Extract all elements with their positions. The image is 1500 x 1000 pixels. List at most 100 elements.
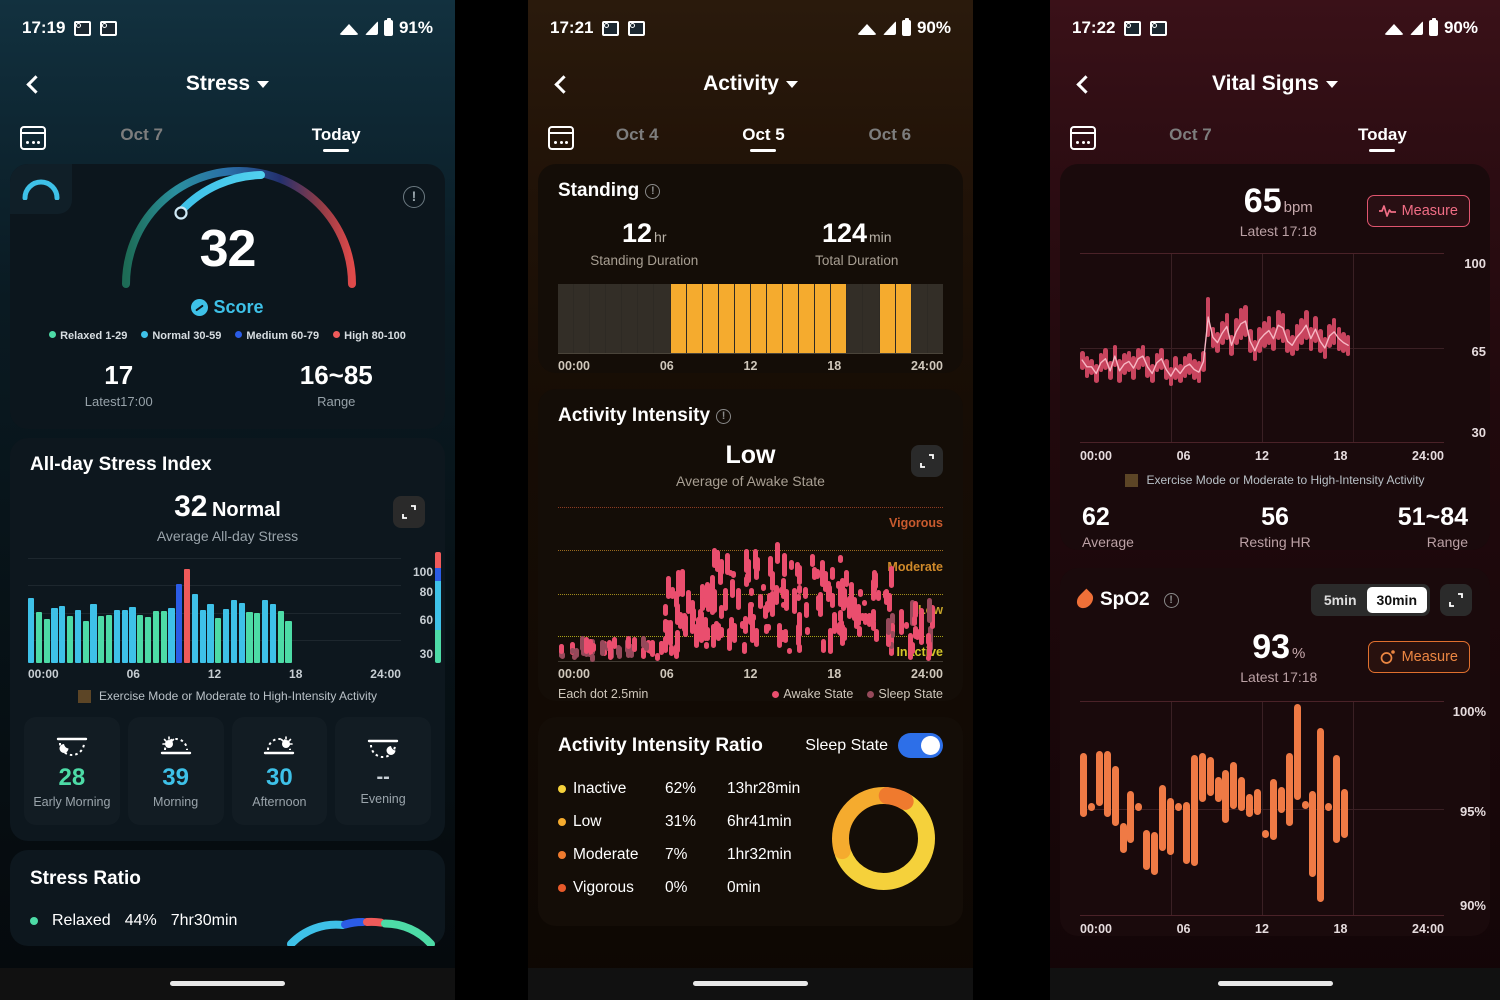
home-indicator[interactable] [693,981,808,986]
tod-card-morning[interactable]: 39 Morning [127,717,224,825]
activity-intensity-card: Activity Intensity! Low Average of Awake… [538,389,963,701]
vital-signs-screen: 17:22 90% Vital Signs Oct 7 Today 65 bpm… [1050,0,1500,1000]
spo2-bar [1285,753,1293,826]
date-tab-today[interactable]: Today [312,125,361,152]
early-morning-icon [56,737,88,756]
legend-medium: Medium 60-79 [235,330,319,342]
signal-icon [364,21,378,35]
spo2-bar [1111,765,1119,826]
blood-drop-icon [1073,588,1097,612]
intensity-dot [827,585,833,600]
hr-ytick-65: 65 [1471,344,1486,360]
date-tab-oct7[interactable]: Oct 7 [120,125,163,152]
stress-band-legend: Relaxed 1-29 Normal 30-59 Medium 60-79 H… [10,330,445,342]
expand-button-stress[interactable] [393,496,425,528]
spo2-bar [1333,755,1341,843]
standing-title: Standing! [538,164,963,202]
spo2-title: SpO2 [1100,589,1150,610]
stress-bar [66,616,74,663]
time-of-day-cards: 28 Early Morning 39 Morning 30 Afternoon… [10,703,445,841]
home-indicator[interactable] [1217,981,1333,986]
intensity-dot [606,640,612,650]
tod-label-evening: Evening [360,792,406,806]
date-tab-oct5[interactable]: Oct 5 [742,125,785,152]
sleep-state-toggle[interactable] [898,733,943,758]
tod-value-afternoon: 30 [266,763,293,791]
stress-bar [152,610,160,663]
dot-note: Each dot 2.5min [558,687,649,701]
date-tab-today[interactable]: Today [1358,125,1407,152]
expand-button-spo2[interactable] [1440,584,1472,616]
tod-label-morning: Morning [153,794,199,809]
stress-bar [28,598,35,663]
tod-card-early-morning[interactable]: 28 Early Morning [24,717,120,825]
standing-hour-cell [799,284,815,353]
back-button[interactable] [18,67,52,101]
info-icon-standing[interactable]: ! [645,184,661,199]
intensity-dot [796,564,802,585]
date-tab-oct4[interactable]: Oct 4 [616,125,659,152]
intensity-dot [871,569,877,593]
date-tab-oct7[interactable]: Oct 7 [1169,125,1212,152]
intensity-dot [664,619,670,640]
nav-bar: Stress [0,56,455,112]
back-button[interactable] [1068,67,1102,101]
ratio-title: Activity Intensity Ratio [558,734,763,756]
spo2-bar [1325,803,1333,811]
calendar-icon[interactable] [20,126,46,150]
intensity-dot [631,642,637,653]
intensity-dot [650,640,656,658]
chevron-down-icon[interactable] [785,80,798,88]
home-indicator-bar [0,968,455,1000]
expand-button-intensity[interactable] [911,445,943,477]
spo2-interval-5min[interactable]: 5min [1314,587,1367,613]
info-icon-intensity[interactable]: ! [716,409,732,424]
status-time: 17:22 [1072,18,1116,37]
standing-hour-cell [622,284,638,353]
stress-gauge-card: ! 32 Score Relaxed 1-29 Normal 30-59 Med… [10,164,445,429]
tod-card-evening[interactable]: -- Evening [335,717,431,825]
outlook-mail-icon [602,20,620,36]
battery-percent: 91% [398,18,433,37]
panel-gap-2 [973,0,1050,1000]
intensity-dot [927,597,933,623]
intensity-dot [775,541,781,564]
spo2-bar [1159,785,1167,852]
ratio-row-low: Low 31% 6hr41min [558,805,823,838]
all-day-stress-card: All-day Stress Index 32 Normal Average A… [10,438,445,841]
chevron-down-icon[interactable] [257,80,270,88]
intensity-dot [803,586,809,599]
standing-hour-cell [606,284,622,353]
home-indicator[interactable] [170,981,285,986]
spo2-interval-30min[interactable]: 30min [1366,587,1427,613]
intensity-dot [729,579,735,599]
calendar-icon[interactable] [548,126,574,150]
chevron-down-icon[interactable] [1325,80,1338,88]
measure-spo2-button[interactable]: Measure [1367,640,1470,673]
spo2-bar [1190,755,1198,867]
intensity-dot [591,643,597,653]
intensity-footer: Each dot 2.5min Awake State Sleep State [558,687,943,701]
spo2-bar [1174,803,1182,811]
stress-bar [246,612,253,663]
spo2-ytick-95: 95% [1459,804,1486,820]
wifi-icon [338,21,359,35]
intensity-dot [736,588,742,610]
stress-bar [43,619,50,663]
intensity-dot [669,644,675,657]
tod-card-afternoon[interactable]: 30 Afternoon [231,717,328,825]
info-icon-spo2[interactable]: ! [1163,592,1179,608]
intensity-dot [912,626,918,640]
hr-ytick-100: 100 [1464,256,1486,271]
date-tab-oct6[interactable]: Oct 6 [869,125,912,152]
back-button[interactable] [546,67,580,101]
measure-heart-rate-button[interactable]: Measure [1366,194,1470,227]
calendar-icon[interactable] [1070,126,1096,150]
intensity-dot [699,611,705,632]
spo2-bar [1080,753,1087,818]
spo2-bar [1151,831,1159,875]
spo2-bar [1341,789,1349,839]
legend-normal: Normal 30-59 [141,330,221,342]
spo2-summary-row: 93% Latest 17:18 Measure [1060,616,1490,685]
intensity-dot [703,642,709,649]
